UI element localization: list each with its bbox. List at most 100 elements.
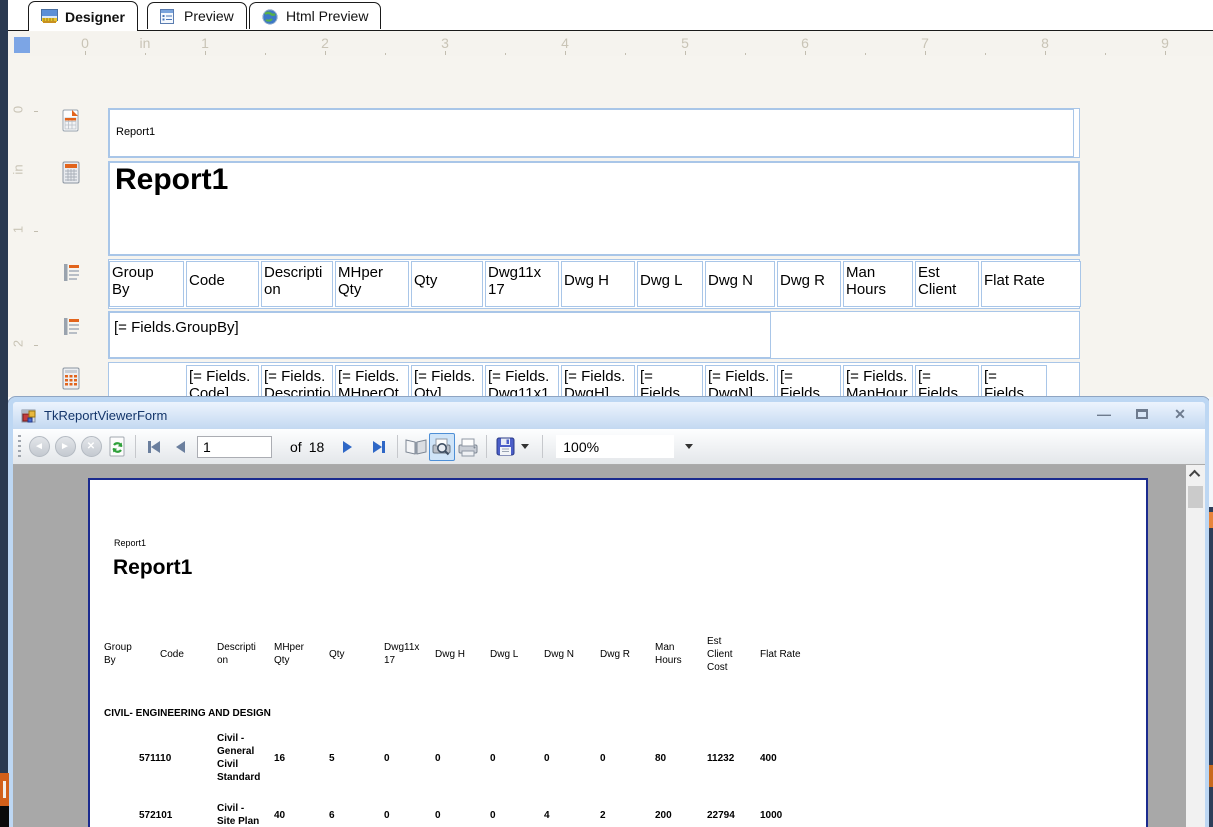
previous-page-button[interactable] bbox=[167, 433, 193, 461]
page-setup-icon[interactable] bbox=[403, 433, 429, 461]
ruler-label: 7 bbox=[921, 35, 929, 51]
preview-report-title: Report1 bbox=[113, 556, 193, 579]
ruler-label: 0 bbox=[10, 105, 26, 114]
page-header-band[interactable]: Report1 bbox=[108, 108, 1080, 158]
report-title-textbox[interactable]: Report1 bbox=[109, 162, 1079, 255]
scroll-up-icon[interactable] bbox=[1186, 465, 1205, 483]
cell-est-client-cost: 11232 bbox=[707, 752, 735, 764]
detail-cell[interactable]: [= Fields. EstClient bbox=[915, 365, 979, 397]
last-page-button[interactable] bbox=[366, 433, 392, 461]
ruler-label: 2 bbox=[321, 35, 329, 51]
cell-dwg-l: 0 bbox=[490, 809, 496, 821]
page-number-input[interactable]: 1 bbox=[197, 435, 272, 458]
toolbar-grip[interactable] bbox=[18, 434, 21, 459]
first-page-button[interactable] bbox=[141, 433, 167, 461]
detail-cell[interactable]: [= Fields. Dwg11x1 bbox=[485, 365, 559, 397]
column-header-cell[interactable]: Group By bbox=[109, 261, 184, 307]
page-header-band-icon[interactable] bbox=[60, 108, 82, 134]
report-header-band-icon[interactable] bbox=[60, 160, 82, 186]
detail-cell[interactable]: [= Fields. DwgL] bbox=[637, 365, 703, 397]
globe-icon bbox=[262, 9, 279, 24]
column-headers-band-icon[interactable] bbox=[60, 260, 82, 286]
cell-description: Civil - Site Plan bbox=[217, 803, 260, 827]
column-header-cell[interactable]: Dwg R bbox=[777, 261, 841, 307]
cell-dwg-h: 0 bbox=[435, 752, 441, 764]
detail-cell[interactable]: [= Fields. Descriptio bbox=[261, 365, 333, 397]
cell-dwg11x17: 0 bbox=[384, 809, 390, 821]
report-header-band[interactable]: Report1 bbox=[108, 161, 1080, 256]
preview-data-row: 571110 Civil - General Civil Standard 16… bbox=[104, 724, 830, 792]
preview-column-header: Group By bbox=[104, 642, 132, 666]
cell-man-hours: 200 bbox=[655, 809, 672, 821]
column-header-cell[interactable]: Qty bbox=[411, 261, 483, 307]
print-icon[interactable] bbox=[455, 433, 481, 461]
column-header-cell[interactable]: Dwg H bbox=[561, 261, 635, 307]
page-header-textbox[interactable]: Report1 bbox=[109, 109, 1074, 157]
preview-data-row: 572101 Civil - Site Plan 40 6 0 0 0 4 2 … bbox=[104, 798, 830, 827]
column-header-cell[interactable]: Dwg L bbox=[637, 261, 703, 307]
of-label: of bbox=[290, 438, 302, 455]
designer-tab-icon bbox=[41, 9, 58, 24]
cell-qty: 5 bbox=[329, 752, 335, 764]
minimize-button[interactable]: — bbox=[1093, 405, 1115, 423]
detail-cell[interactable]: [= Fields. DwgR] bbox=[777, 365, 841, 397]
horizontal-ruler: 0 in 1 2 3 4 5 6 7 8 9 bbox=[8, 32, 1213, 56]
preview-column-header: Flat Rate bbox=[760, 648, 801, 660]
vertical-scrollbar[interactable] bbox=[1186, 465, 1205, 827]
tab-html-preview[interactable]: Html Preview bbox=[249, 2, 382, 29]
refresh-icon[interactable] bbox=[104, 433, 130, 461]
scrollbar-thumb[interactable] bbox=[1188, 486, 1203, 508]
ruler-label: 5 bbox=[681, 35, 689, 51]
detail-cell[interactable]: [= Fields. MHperQt bbox=[335, 365, 409, 397]
group-header-band[interactable]: [= Fields.GroupBy] bbox=[108, 311, 1080, 359]
tab-preview-label: Preview bbox=[184, 8, 234, 24]
zoom-combobox[interactable]: 100% bbox=[556, 435, 675, 458]
preview-column-header: Descripti on bbox=[217, 642, 256, 666]
cell-dwg11x17: 0 bbox=[384, 752, 390, 764]
forward-button[interactable]: ► bbox=[52, 433, 78, 461]
detail-cell[interactable]: [= Fields. FlatRate] bbox=[981, 365, 1047, 397]
column-header-cell[interactable]: Code bbox=[186, 261, 259, 307]
group-header-band-icon[interactable] bbox=[60, 314, 82, 340]
maximize-button[interactable] bbox=[1131, 405, 1153, 423]
detail-band[interactable]: [= Fields. Code] [= Fields. Descriptio [… bbox=[108, 362, 1080, 397]
export-dropdown-arrow[interactable] bbox=[518, 433, 532, 461]
detail-cell[interactable]: [= Fields. DwgH] bbox=[561, 365, 635, 397]
detail-cell[interactable]: [= Fields. Code] bbox=[186, 365, 259, 397]
cell-code: 571110 bbox=[139, 752, 172, 764]
column-headers-band[interactable]: Group By Code Descripti on MHper Qty Qty… bbox=[108, 259, 1081, 309]
ruler-label: 2 bbox=[10, 339, 26, 348]
detail-cell[interactable]: [= Fields. DwgN] bbox=[705, 365, 775, 397]
column-header-cell[interactable]: Man Hours bbox=[843, 261, 913, 307]
screen: Designer Preview Html Preview 0 in 1 2 3… bbox=[0, 0, 1213, 827]
background-window-fragment bbox=[0, 773, 9, 806]
export-save-icon[interactable] bbox=[492, 433, 518, 461]
ruler-corner-handle[interactable] bbox=[14, 37, 30, 53]
cell-dwg-r: 2 bbox=[600, 809, 606, 821]
next-page-button[interactable] bbox=[334, 433, 360, 461]
column-header-cell[interactable]: Dwg11x 17 bbox=[485, 261, 559, 307]
design-surface: 0 in 1 2 Report1 Report1 Group By Code D… bbox=[8, 56, 1213, 397]
zoom-dropdown-arrow[interactable] bbox=[674, 433, 704, 461]
tab-designer[interactable]: Designer bbox=[28, 1, 138, 31]
viewer-titlebar[interactable]: TkReportViewerForm — ✕ bbox=[13, 402, 1205, 429]
column-header-cell[interactable]: Dwg N bbox=[705, 261, 775, 307]
group-expression-textbox[interactable]: [= Fields.GroupBy] bbox=[109, 312, 771, 358]
column-header-cell[interactable]: Flat Rate bbox=[981, 261, 1081, 307]
preview-tab-icon bbox=[160, 8, 177, 24]
ruler-label: in bbox=[10, 164, 26, 175]
detail-cell[interactable]: [= Fields. ManHour bbox=[843, 365, 913, 397]
close-button[interactable]: ✕ bbox=[1169, 405, 1191, 423]
print-preview-button[interactable] bbox=[429, 432, 456, 461]
preview-column-header: Code bbox=[160, 648, 184, 660]
detail-cell[interactable]: [= Fields. Qty] bbox=[411, 365, 483, 397]
back-button[interactable]: ◄ bbox=[26, 433, 52, 461]
ruler-label: 9 bbox=[1161, 35, 1169, 51]
cell-description: Civil - General Civil Standard bbox=[217, 733, 261, 783]
detail-band-icon[interactable] bbox=[60, 366, 82, 392]
column-header-cell[interactable]: Est Client bbox=[915, 261, 979, 307]
column-header-cell[interactable]: MHper Qty bbox=[335, 261, 409, 307]
tab-preview[interactable]: Preview bbox=[147, 2, 247, 29]
column-header-cell[interactable]: Descripti on bbox=[261, 261, 333, 307]
stop-button[interactable]: ✕ bbox=[78, 433, 104, 461]
